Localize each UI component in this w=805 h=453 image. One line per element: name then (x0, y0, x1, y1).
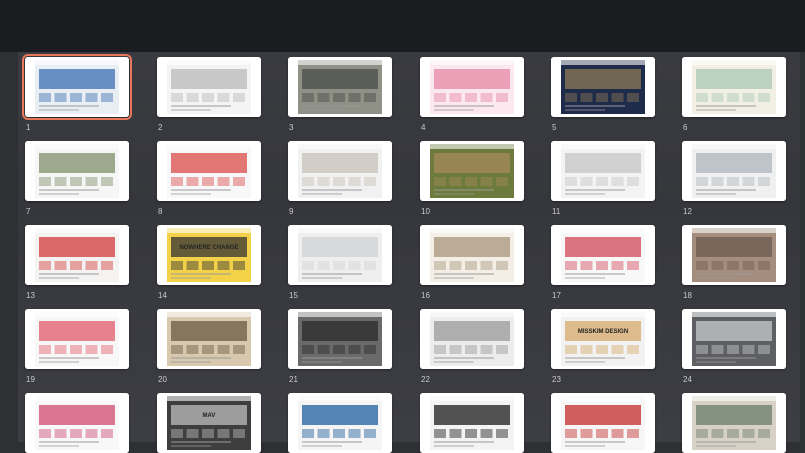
slide-number: 15 (289, 291, 298, 300)
slide-number: 17 (552, 291, 561, 300)
slide-thumbnail[interactable] (25, 393, 129, 453)
slide-thumbnail[interactable] (551, 141, 655, 201)
webpage-thumbnail-icon (25, 57, 129, 117)
slide-thumbnail[interactable] (551, 57, 655, 117)
slide-thumbnail[interactable] (420, 141, 524, 201)
thumbnail-text: MAV (203, 413, 216, 419)
webpage-thumbnail-icon (157, 57, 261, 117)
slide-thumbnail[interactable] (157, 309, 261, 369)
slide-thumbnail[interactable] (682, 225, 786, 285)
webpage-thumbnail-icon (420, 57, 524, 117)
slide-thumbnail[interactable] (157, 141, 261, 201)
webpage-thumbnail-icon: NOWHERE CHANGE (157, 225, 261, 285)
webpage-thumbnail-icon (420, 309, 524, 369)
webpage-thumbnail-icon (25, 141, 129, 201)
slide-thumbnail[interactable] (288, 225, 392, 285)
slide-number: 19 (26, 375, 35, 384)
slide-thumbnail[interactable] (682, 393, 786, 453)
webpage-thumbnail-icon (288, 141, 392, 201)
webpage-thumbnail-icon (682, 309, 786, 369)
slide-number: 9 (289, 207, 294, 216)
slide-number: 16 (421, 291, 430, 300)
slide-thumbnail[interactable] (420, 57, 524, 117)
slide-number: 23 (552, 375, 561, 384)
slide-number: 5 (552, 123, 557, 132)
webpage-thumbnail-icon (682, 225, 786, 285)
top-bar (0, 0, 805, 52)
slide-number: 4 (421, 123, 426, 132)
slide-number: 18 (683, 291, 692, 300)
slide-thumbnail[interactable] (25, 225, 129, 285)
slide-number: 22 (421, 375, 430, 384)
webpage-thumbnail-icon (288, 309, 392, 369)
webpage-thumbnail-icon: MISSKIM DESIGN (551, 309, 655, 369)
slide-thumbnail[interactable] (288, 309, 392, 369)
slide-number: 11 (552, 207, 561, 216)
slide-thumbnail[interactable] (288, 141, 392, 201)
slide-thumbnail[interactable] (551, 393, 655, 453)
webpage-thumbnail-icon (157, 309, 261, 369)
slide-thumbnail[interactable] (288, 57, 392, 117)
slide-number: 20 (158, 375, 167, 384)
slide-thumbnail[interactable] (157, 57, 261, 117)
webpage-thumbnail-icon (420, 225, 524, 285)
webpage-thumbnail-icon (551, 141, 655, 201)
webpage-thumbnail-icon (157, 141, 261, 201)
slide-number: 14 (158, 291, 167, 300)
webpage-thumbnail-icon (288, 225, 392, 285)
slide-thumbnail[interactable] (25, 309, 129, 369)
slide-number: 13 (26, 291, 35, 300)
slide-number: 12 (683, 207, 692, 216)
slide-thumbnail[interactable] (551, 225, 655, 285)
slide-thumbnail[interactable] (25, 141, 129, 201)
webpage-thumbnail-icon: MAV (157, 393, 261, 453)
slide-number: 6 (683, 123, 688, 132)
slide-thumbnail[interactable] (420, 309, 524, 369)
slide-number: 21 (289, 375, 298, 384)
webpage-thumbnail-icon (682, 141, 786, 201)
slide-grid: 1 2 3 4 5 6 7 8 9 10 11 12 13 NOWHERE CHANGE 14 15 16 17 1… (18, 52, 800, 453)
slide-number: 7 (26, 207, 31, 216)
slide-thumbnail[interactable] (22, 54, 132, 120)
slide-number: 1 (26, 123, 31, 132)
webpage-thumbnail-icon (288, 57, 392, 117)
webpage-thumbnail-icon (420, 141, 524, 201)
slide-thumbnail[interactable]: MAV (157, 393, 261, 453)
webpage-thumbnail-icon (551, 57, 655, 117)
slide-thumbnail[interactable]: MISSKIM DESIGN (551, 309, 655, 369)
slide-number: 2 (158, 123, 163, 132)
webpage-thumbnail-icon (682, 393, 786, 453)
slide-thumbnail[interactable] (682, 309, 786, 369)
slide-thumbnail[interactable]: NOWHERE CHANGE (157, 225, 261, 285)
webpage-thumbnail-icon (551, 393, 655, 453)
webpage-thumbnail-icon (420, 393, 524, 453)
webpage-thumbnail-icon (288, 393, 392, 453)
slide-thumbnail[interactable] (420, 393, 524, 453)
slide-thumbnail[interactable] (682, 141, 786, 201)
slide-thumbnail[interactable] (288, 393, 392, 453)
webpage-thumbnail-icon (25, 309, 129, 369)
slide-number: 24 (683, 375, 692, 384)
slide-number: 3 (289, 123, 294, 132)
thumbnail-text: NOWHERE CHANGE (179, 245, 238, 251)
webpage-thumbnail-icon (25, 393, 129, 453)
slide-thumbnail[interactable] (420, 225, 524, 285)
webpage-thumbnail-icon (682, 57, 786, 117)
webpage-thumbnail-icon (551, 225, 655, 285)
thumbnail-text: MISSKIM DESIGN (578, 329, 628, 335)
slide-thumbnail[interactable] (682, 57, 786, 117)
slide-number: 10 (421, 207, 430, 216)
slide-number: 8 (158, 207, 163, 216)
webpage-thumbnail-icon (25, 225, 129, 285)
